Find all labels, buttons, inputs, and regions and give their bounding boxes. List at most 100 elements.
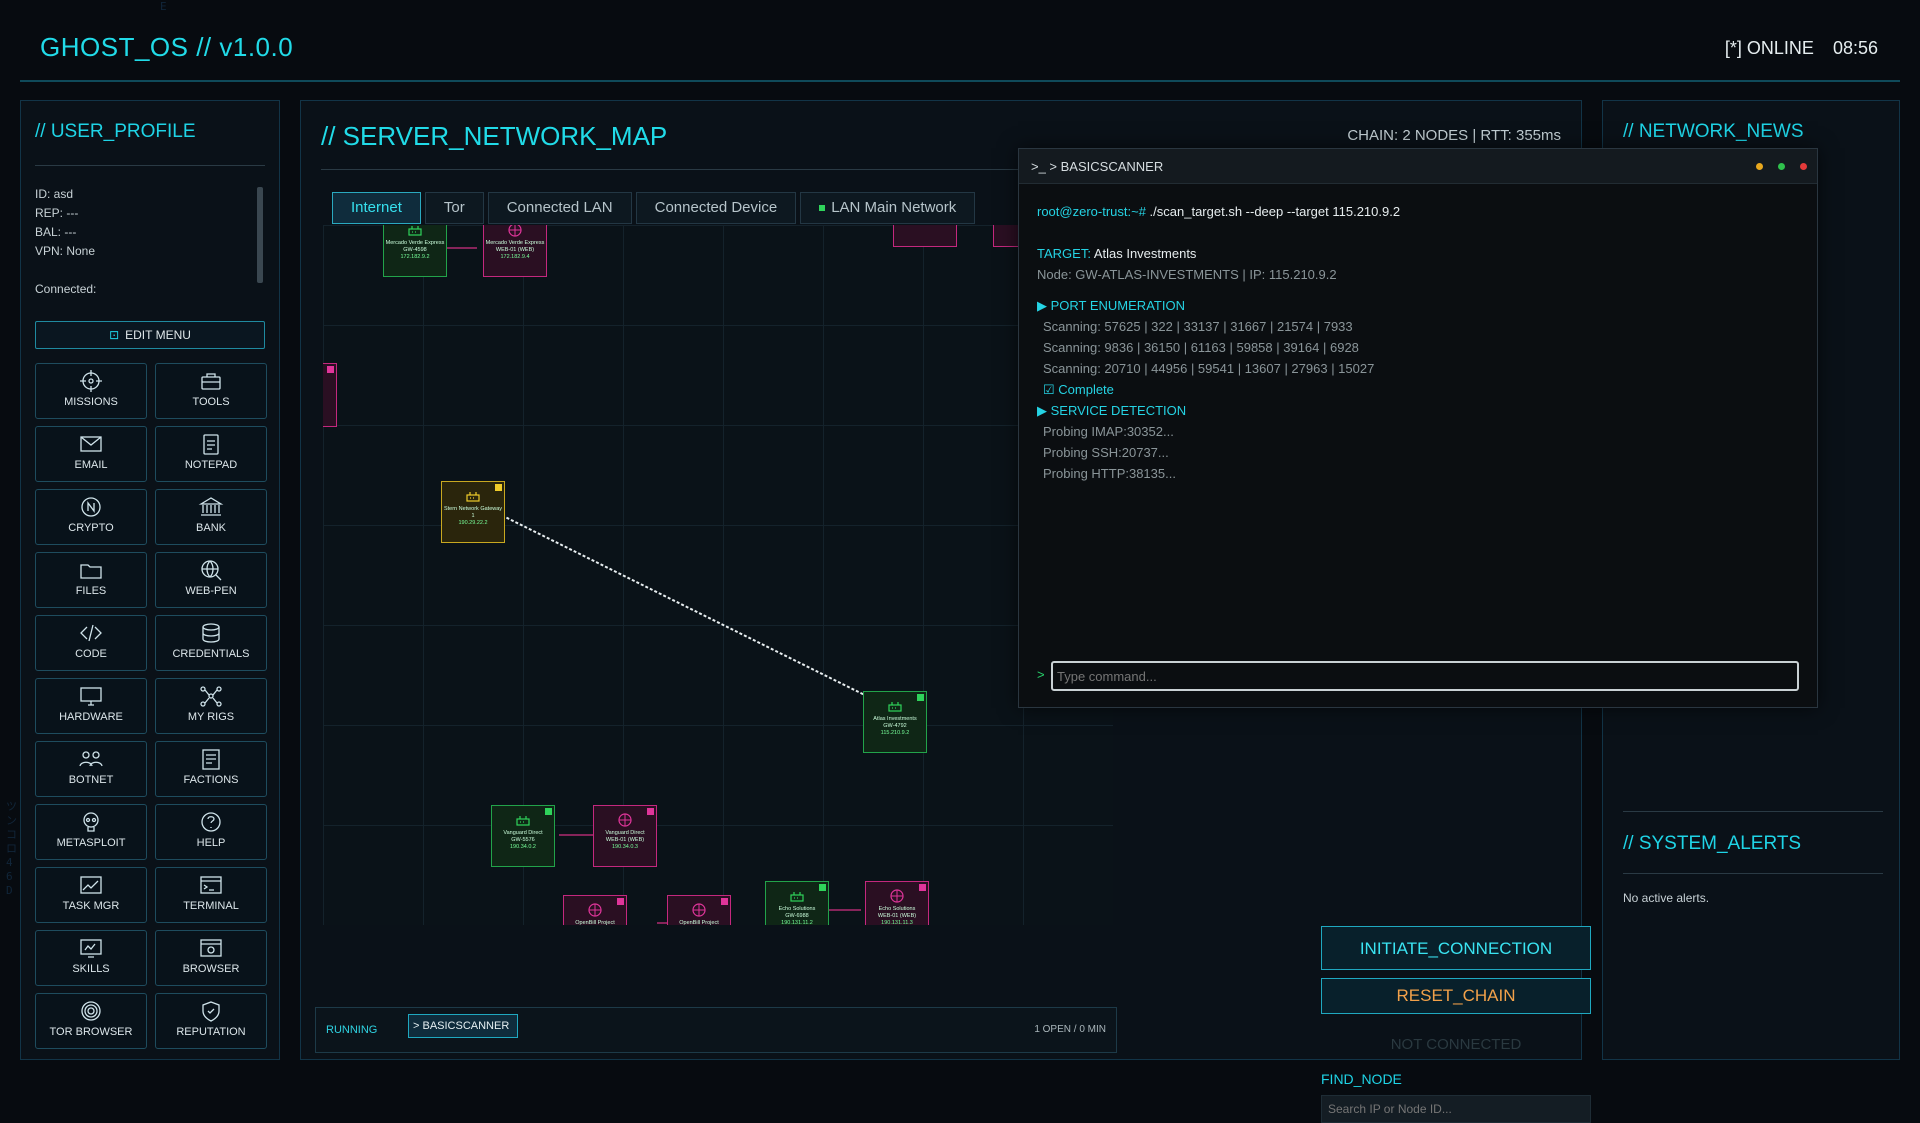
divider [1623,811,1883,812]
app-tile-email[interactable]: EMAIL [35,426,147,482]
app-tile-files[interactable]: FILES [35,552,147,608]
web-server-icon [692,903,706,917]
router-icon [790,892,804,902]
app-tile-credentials[interactable]: CREDENTIALS [155,615,267,671]
panel-title-network-news: // NETWORK_NEWS [1623,121,1804,142]
bank-icon [198,497,224,516]
folder-icon [80,564,102,579]
server-node[interactable]: Vanguard Direct GW-5576 190.34.0.2 [491,805,555,867]
server-node[interactable]: Echo Solutions WEB-01 (WEB) 190.131.11.3 [865,881,929,925]
tab-connected-device[interactable]: Connected Device [635,192,797,224]
os-title: GHOST_OS // v1.0.0 [40,32,294,62]
link-chain-active [492,510,902,714]
web-server-icon [508,225,522,237]
panel-title-system-alerts: // SYSTEM_ALERTS [1623,833,1802,854]
scan-line: Scanning: 57625 | 322 | 33137 | 31667 | … [1043,319,1353,334]
app-tile-label: FILES [75,585,107,597]
skills-icon [80,939,102,958]
find-node-label: FIND_NODE [1321,1071,1402,1087]
divider [35,165,265,166]
node-status-square [917,694,924,701]
app-tile-notepad[interactable]: NOTEPAD [155,426,267,482]
network-map-canvas[interactable]: Mercado Verde Express GW-4598 172.182.9.… [323,225,1113,925]
node-partial-top[interactable] [893,225,957,247]
app-tile-tor-browser[interactable]: TOR BROWSER [35,993,147,1049]
app-tile-label: REPUTATION [176,1026,246,1038]
tab-tor[interactable]: Tor [424,192,484,224]
profile-vpn: VPN: None [35,244,96,258]
server-node[interactable]: Mercado Verde Express GW-4598 172.182.9.… [383,225,447,277]
app-tile-crypto[interactable]: CRYPTO [35,489,147,545]
app-tile-hardware[interactable]: HARDWARE [35,678,147,734]
app-tile-help[interactable]: HELP [155,804,267,860]
app-tile-label: HARDWARE [59,711,123,723]
server-node[interactable]: Atlas Investments GW-4792 115.210.9.2 [863,691,927,753]
task-count: 1 OPEN / 0 MIN [1034,1024,1106,1035]
edit-menu-button[interactable]: ⊡ EDIT MENU [35,321,265,349]
app-tile-metasploit[interactable]: METASPLOIT [35,804,147,860]
divider [321,169,1121,170]
app-tile-factions[interactable]: FACTIONS [155,741,267,797]
node-status-square [617,898,624,905]
profile-connected: Connected: [35,282,97,296]
task-basicscanner-button[interactable]: > BASICSCANNER [408,1014,518,1038]
server-node[interactable]: Stern Network Gateway 1 190.29.22.2 [441,481,505,543]
app-tile-task-mgr[interactable]: TASK MGR [35,867,147,923]
app-tile-skills[interactable]: SKILLS [35,930,147,986]
running-label: RUNNING [326,1024,378,1036]
server-node[interactable]: OpenBill Project WEB-GW-01 (WEB) 10.0.0.… [667,895,731,925]
app-tile-label: METASPLOIT [56,837,126,849]
server-node[interactable]: OpenBill Project GW-8338 150.231.129.2 [563,895,627,925]
reset-chain-button[interactable]: RESET_CHAIN [1321,978,1591,1014]
chart-icon [80,876,102,894]
app-tile-bank[interactable]: BANK [155,489,267,545]
app-tile-reputation[interactable]: REPUTATION [155,993,267,1049]
node-links [447,247,902,924]
profile-scrollbar[interactable] [257,187,263,283]
router-icon [408,226,422,236]
probe-line: Probing IMAP:30352... [1043,424,1174,439]
app-tile-missions[interactable]: MISSIONS [35,363,147,419]
divider [1623,873,1883,874]
server-node[interactable]: Vanguard Direct WEB-01 (WEB) 190.34.0.3 [593,805,657,867]
port-enum-header: ▶ PORT ENUMERATION [1037,298,1185,313]
close-icon[interactable] [1800,163,1807,170]
lan-status-dot [819,205,826,212]
online-status: [*] ONLINE [1724,38,1814,58]
basicscanner-window[interactable]: >_ > BASICSCANNER root@zero-trust:~# ./s… [1018,148,1818,708]
command-input[interactable] [1051,661,1799,691]
chain-info: CHAIN: 2 NODES | RTT: 355ms [1347,127,1561,144]
app-tile-label: SKILLS [72,963,110,975]
app-tile-browser[interactable]: BROWSER [155,930,267,986]
crypto-coin-icon [81,497,101,517]
window-titlebar[interactable]: >_ > BASICSCANNER [1019,149,1817,184]
maximize-icon[interactable] [1778,163,1785,170]
minimize-icon[interactable] [1756,163,1763,170]
node-partial[interactable] [323,363,337,427]
server-node[interactable]: Echo Solutions GW-6988 190.131.11.2 [765,881,829,925]
app-tile-my-rigs[interactable]: MY RIGS [155,678,267,734]
tab-internet[interactable]: Internet [332,192,421,224]
tab-lan-main-network[interactable]: LAN Main Network [800,192,976,224]
probe-line: Probing HTTP:38135... [1043,466,1176,481]
server-node[interactable]: Mercado Verde Express WEB-01 (WEB) 172.1… [483,225,547,277]
profile-info: ID: asd REP: --- BAL: --- VPN: None Conn… [35,185,255,303]
clock: 08:56 [1832,38,1878,58]
app-tile-botnet[interactable]: BOTNET [35,741,147,797]
app-tile-tools[interactable]: TOOLS [155,363,267,419]
initiate-connection-button[interactable]: INITIATE_CONNECTION [1321,926,1591,970]
database-icon [202,623,220,643]
terminal-icon [200,876,222,894]
app-tile-web-pen[interactable]: WEB-PEN [155,552,267,608]
window-title: >_ > BASICSCANNER [1031,159,1164,174]
alerts-text: No active alerts. [1623,891,1710,905]
tab-connected-lan[interactable]: Connected LAN [487,192,632,224]
profile-id: ID: asd [35,187,74,201]
app-tile-code[interactable]: CODE [35,615,147,671]
command-line: root@zero-trust:~# ./scan_target.sh --de… [1037,204,1401,219]
command-row: > [1037,661,1799,691]
app-tile-label: BOTNET [68,774,114,786]
app-tile-terminal[interactable]: TERMINAL [155,867,267,923]
find-node-input[interactable] [1321,1095,1591,1123]
